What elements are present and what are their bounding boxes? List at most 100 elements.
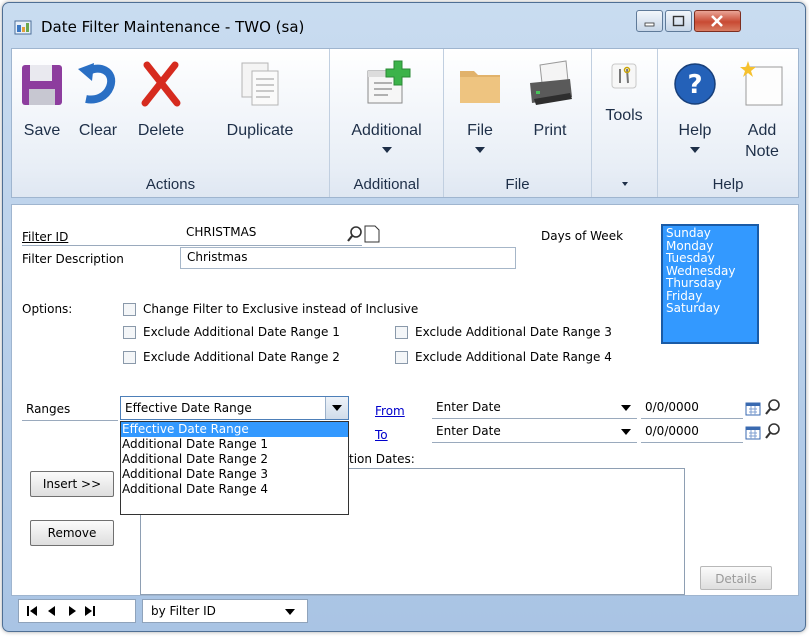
group-label-help: Help (712, 176, 744, 193)
ribbon-group-help: ? Help Add Note Help (658, 49, 798, 197)
from-date-field[interactable]: 0/0/0000 (641, 397, 743, 419)
window-title: Date Filter Maintenance - TWO (sa) (41, 18, 305, 36)
group-label-additional: Additional (353, 176, 420, 193)
form-content: Filter ID CHRISTMAS Filter Description C… (11, 204, 799, 596)
ribbon-group-tools: Tools (592, 49, 658, 197)
exclude-range-2-label: Exclude Additional Date Range 2 (143, 350, 340, 364)
from-type-select[interactable]: Enter Date (432, 397, 637, 419)
insert-button[interactable]: Insert >> (30, 471, 114, 497)
chevron-down-icon (285, 609, 295, 615)
file-button[interactable]: File (450, 55, 510, 165)
save-button[interactable]: Save (16, 55, 68, 155)
file-dropdown-icon (475, 147, 485, 153)
from-date-value: 0/0/0000 (645, 400, 699, 414)
from-type-value: Enter Date (436, 400, 501, 414)
delete-button[interactable]: Delete (130, 55, 192, 155)
app-window: Date Filter Maintenance - TWO (sa) Save (2, 2, 806, 632)
day-item[interactable]: Saturday (666, 302, 754, 315)
filter-description-label: Filter Description (22, 252, 124, 266)
dropdown-option[interactable]: Effective Date Range (121, 422, 348, 437)
filter-description-field[interactable]: Christmas (180, 247, 516, 269)
to-link[interactable]: To (375, 428, 388, 442)
sort-order-select[interactable]: by Filter ID (142, 599, 308, 623)
dropdown-option[interactable]: Additional Date Range 3 (121, 467, 348, 482)
dropdown-option[interactable]: Additional Date Range 4 (121, 482, 348, 497)
duplicate-button[interactable]: Duplicate (196, 55, 324, 155)
svg-text:?: ? (687, 70, 702, 100)
additional-window-icon (367, 60, 410, 104)
save-icon (22, 65, 62, 105)
additional-button[interactable]: Additional (334, 55, 439, 165)
exclude-range-2-checkbox[interactable] (123, 351, 136, 364)
to-type-value: Enter Date (436, 424, 501, 438)
minimize-button[interactable] (636, 10, 663, 32)
day-item[interactable]: Tuesday (666, 252, 754, 265)
tools-dropdown-icon[interactable] (621, 182, 628, 186)
close-button[interactable] (694, 10, 741, 32)
to-type-select[interactable]: Enter Date (432, 421, 637, 443)
minimize-icon (644, 22, 655, 27)
footer-navigation: by Filter ID (11, 599, 797, 625)
previous-record-icon[interactable] (48, 606, 55, 616)
help-icon: ? (674, 63, 716, 105)
exclusive-checkbox[interactable] (123, 303, 136, 316)
ranges-label: Ranges (26, 402, 71, 416)
divider (22, 420, 118, 421)
exclude-range-1-checkbox[interactable] (123, 326, 136, 339)
exclude-range-4-checkbox[interactable] (395, 351, 408, 364)
dropdown-option[interactable]: Additional Date Range 2 (121, 452, 348, 467)
details-button[interactable]: Details (700, 566, 772, 590)
exclude-range-3-label: Exclude Additional Date Range 3 (415, 325, 612, 339)
undo-icon (78, 63, 116, 104)
maximize-icon (672, 15, 685, 27)
exclude-range-4-label: Exclude Additional Date Range 4 (415, 350, 612, 364)
help-button[interactable]: ? Help (666, 55, 724, 165)
exclude-range-1-label: Exclude Additional Date Range 1 (143, 325, 340, 339)
delete-icon (141, 61, 181, 107)
options-label: Options: (22, 302, 73, 316)
last-record-icon[interactable] (85, 606, 95, 616)
ranges-dropdown-list[interactable]: Effective Date Range Additional Date Ran… (120, 421, 349, 515)
duplicate-icon (241, 62, 279, 106)
divider (22, 245, 362, 246)
note-icon (740, 61, 783, 106)
add-note-button[interactable]: Add Note (732, 55, 792, 165)
to-date-field[interactable]: 0/0/0000 (641, 421, 743, 443)
ribbon-group-additional: Additional Additional (330, 49, 444, 197)
record-navigator (18, 599, 136, 623)
lookup-icon[interactable] (764, 422, 782, 440)
group-label-file: File (505, 176, 530, 193)
ranges-combobox[interactable]: Effective Date Range (120, 396, 349, 420)
help-dropdown-icon (690, 147, 700, 153)
calendar-icon[interactable] (745, 425, 761, 441)
exclude-range-3-checkbox[interactable] (395, 326, 408, 339)
to-date-value: 0/0/0000 (645, 424, 699, 438)
dropdown-option[interactable]: Additional Date Range 1 (121, 437, 348, 452)
from-link[interactable]: From (375, 404, 405, 418)
close-icon (711, 15, 723, 27)
printer-icon (530, 60, 572, 105)
remove-button[interactable]: Remove (30, 520, 114, 546)
sort-order-value: by Filter ID (151, 604, 216, 618)
tools-button[interactable]: Tools (596, 55, 652, 145)
ribbon-group-file: File Print File (444, 49, 592, 197)
maximize-button[interactable] (665, 10, 692, 32)
ranges-dropdown-button[interactable] (325, 397, 348, 419)
days-of-week-list[interactable]: Sunday Monday Tuesday Wednesday Thursday… (661, 224, 759, 344)
ranges-value: Effective Date Range (125, 401, 252, 415)
lookup-icon[interactable] (764, 398, 782, 416)
additional-dropdown-icon (381, 147, 392, 153)
day-item[interactable]: Thursday (666, 277, 754, 290)
note-small-icon[interactable] (364, 225, 380, 243)
first-record-icon[interactable] (27, 606, 37, 616)
lookup-icon[interactable] (346, 225, 364, 243)
day-item[interactable]: Sunday (666, 227, 754, 240)
print-button[interactable]: Print (516, 55, 584, 155)
filter-id-field[interactable]: CHRISTMAS (180, 223, 336, 243)
filter-id-label: Filter ID (22, 230, 69, 244)
chevron-down-icon (621, 429, 631, 435)
title-bar: Date Filter Maintenance - TWO (sa) (3, 3, 805, 47)
next-record-icon[interactable] (69, 606, 76, 616)
clear-button[interactable]: Clear (70, 55, 126, 155)
calendar-icon[interactable] (745, 401, 761, 417)
